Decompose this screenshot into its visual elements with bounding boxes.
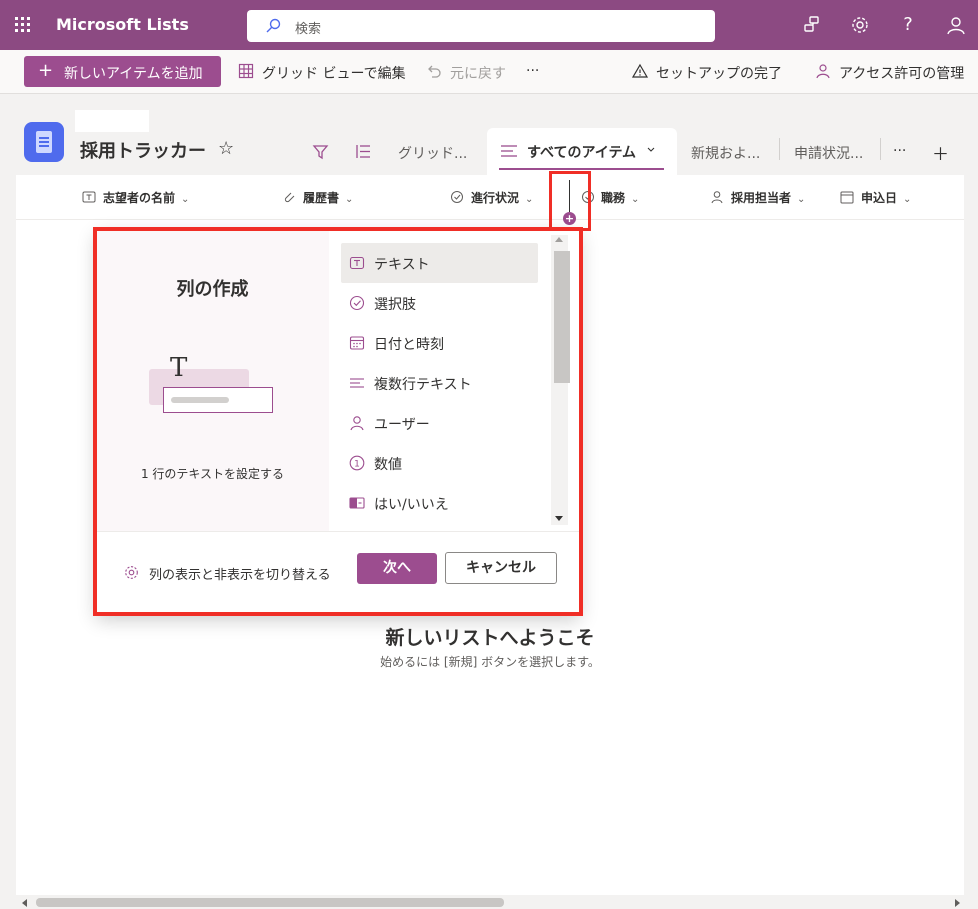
calendar-icon — [840, 191, 854, 204]
new-item-label: 新しいアイテムを追加 — [64, 66, 203, 82]
highlight-insert-column — [549, 171, 591, 231]
search-box[interactable]: 検索 — [247, 10, 715, 42]
setup-complete-button[interactable]: セットアップの完了 — [656, 63, 782, 83]
app-launcher-icon[interactable] — [15, 17, 31, 33]
grid-edit-button[interactable]: グリッド ビューで編集 — [262, 63, 406, 83]
list-lines-icon — [501, 145, 517, 157]
column-header-divider — [16, 219, 964, 220]
tab-new-and[interactable]: 新規およ... — [691, 143, 760, 163]
filter-icon[interactable] — [312, 143, 329, 160]
scroll-left-arrow[interactable] — [22, 899, 27, 907]
list-icon — [24, 122, 64, 162]
new-item-button[interactable]: + 新しいアイテムを追加 — [24, 56, 221, 87]
warning-icon — [632, 63, 648, 78]
favorite-star-icon[interactable]: ☆ — [218, 138, 234, 159]
empty-state-subtitle: 始めるには [新規] ボタンを選択します。 — [380, 655, 600, 669]
list-title: 採用トラッカー — [80, 141, 206, 162]
empty-state-title: 新しいリストへようこそ — [385, 627, 595, 649]
column-header-resume[interactable]: 履歴書 ⌄ — [303, 189, 353, 206]
tab-status[interactable]: 申請状況... — [794, 143, 863, 163]
person-icon — [816, 64, 830, 79]
chevron-down-icon — [647, 147, 655, 152]
column-header-recruiter[interactable]: 採用担当者 ⌄ — [731, 189, 805, 206]
manage-access-button[interactable]: アクセス許可の管理 — [839, 63, 964, 83]
column-header-applicant-name[interactable]: 志望者の名前 ⌄ — [103, 189, 189, 206]
undo-icon — [428, 65, 441, 78]
search-icon — [266, 18, 281, 33]
settings-icon[interactable] — [849, 14, 871, 36]
highlight-create-column-dialog — [93, 227, 583, 616]
undo-button[interactable]: 元に戻す — [450, 63, 506, 83]
tab-all-items-label: すべてのアイテム — [527, 145, 637, 161]
view-options-icon[interactable] — [355, 143, 372, 160]
tab-grid[interactable]: グリッド... — [398, 143, 467, 163]
suite-bar: Microsoft Lists 検索 ? — [0, 0, 978, 50]
grid-icon — [238, 63, 254, 79]
attachment-icon — [284, 192, 295, 203]
horizontal-scrollbar-thumb[interactable] — [36, 898, 504, 907]
search-input[interactable]: 検索 — [295, 18, 321, 37]
more-commands-button[interactable]: ··· — [526, 63, 539, 79]
choice-column-icon — [451, 191, 463, 203]
scroll-right-arrow[interactable] — [955, 899, 960, 907]
column-header-progress[interactable]: 進行状況 ⌄ — [471, 189, 533, 206]
share-icon[interactable] — [801, 14, 823, 36]
column-header-job[interactable]: 職務 ⌄ — [601, 189, 639, 206]
column-header-apply-date[interactable]: 申込日 ⌄ — [861, 189, 911, 206]
help-icon[interactable]: ? — [897, 14, 919, 36]
command-bar: + 新しいアイテムを追加 グリッド ビューで編集 元に戻す ··· セットアップ… — [0, 50, 978, 94]
text-column-icon — [82, 191, 96, 203]
tab-all-items[interactable]: すべてのアイテム — [487, 128, 677, 175]
add-view-button[interactable]: ＋ — [932, 140, 949, 165]
person-icon — [711, 191, 723, 204]
account-icon[interactable] — [945, 14, 967, 36]
more-views-button[interactable]: ··· — [893, 143, 906, 159]
app-title[interactable]: Microsoft Lists — [56, 15, 189, 34]
plus-icon: + — [38, 60, 54, 81]
site-name-placeholder — [75, 110, 149, 132]
